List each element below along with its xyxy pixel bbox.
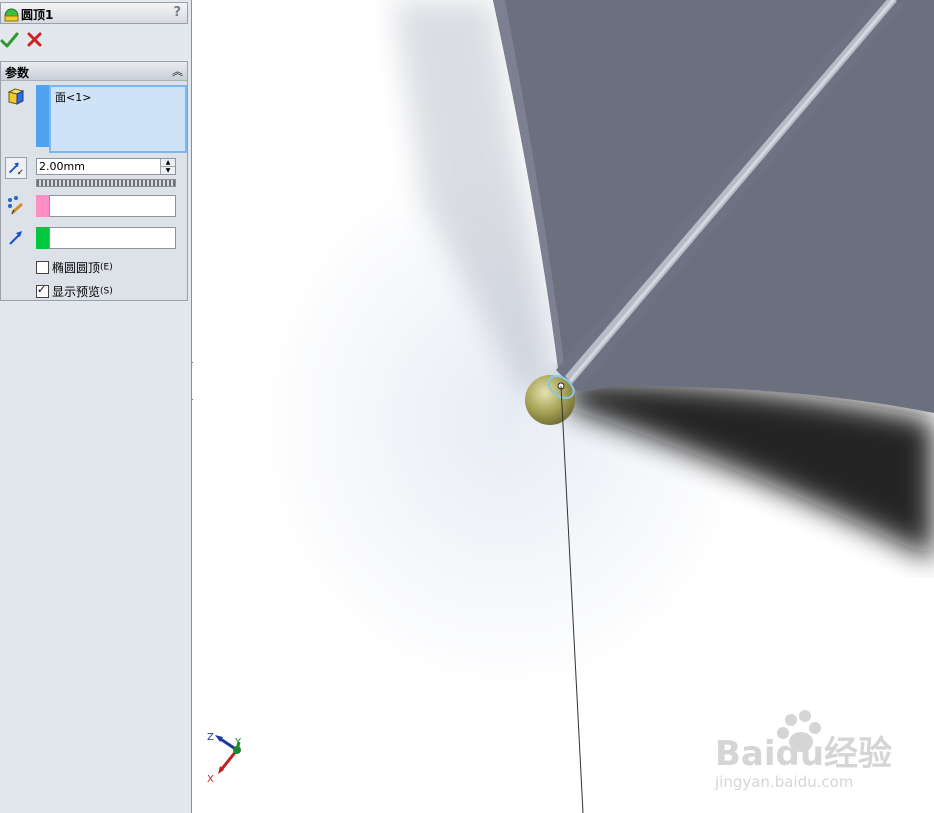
elliptical-dome-option[interactable]: 椭圆圆顶(E) (36, 259, 113, 275)
direction-swatch (36, 227, 49, 249)
direction-field[interactable] (49, 227, 176, 249)
distance-field[interactable]: ▲ ▼ (36, 158, 176, 175)
constraint-point-icon (8, 196, 23, 215)
elliptical-dome-checkbox[interactable] (36, 261, 49, 274)
dome-feature-icon (4, 8, 19, 22)
elliptical-dome-hotkey: (E) (100, 262, 113, 273)
checkmark-icon: ✓ (37, 283, 47, 296)
watermark-logo: Baidu经验 (715, 734, 892, 774)
dome-preview[interactable] (525, 375, 575, 425)
feature-title: 圆顶1 (21, 8, 54, 22)
help-icon[interactable]: ? (173, 5, 181, 20)
distance-spinner[interactable]: ▲ ▼ (160, 159, 175, 174)
direction-arrow-icon (9, 231, 22, 245)
show-preview-checkbox[interactable]: ✓ (36, 283, 49, 298)
face-selection-list[interactable]: 面<1> (49, 85, 187, 153)
watermark-url: jingyan.baidu.com (714, 773, 853, 791)
elliptical-dome-label: 椭圆圆顶 (52, 261, 101, 275)
ok-button[interactable] (0, 30, 20, 50)
feature-title-bar: 圆顶1 ? (0, 2, 188, 24)
constraint-point-swatch (36, 195, 49, 217)
face-selection-swatch (36, 85, 49, 147)
close-icon (27, 32, 42, 47)
triad-x-label: X (207, 774, 214, 785)
face-list-item[interactable]: 面<1> (55, 91, 91, 104)
graphics-viewport[interactable]: Z Y X Baidu经验 jingyan.baidu.com (193, 0, 934, 813)
spin-up-button[interactable]: ▲ (161, 159, 175, 167)
distance-thumbwheel[interactable] (36, 179, 176, 187)
distance-icon (5, 157, 27, 179)
show-preview-label: 显示预览 (52, 285, 101, 299)
parameters-group: 参数 ︽ 面<1> ▲ ▼ (0, 61, 188, 301)
triad-y-label: Y (234, 737, 242, 748)
spin-down-button[interactable]: ▼ (161, 167, 175, 174)
face-select-icon (7, 88, 25, 105)
parameters-group-title: 参数 (5, 66, 30, 80)
show-preview-option[interactable]: ✓ 显示预览(S) (36, 283, 113, 299)
distance-input[interactable] (37, 159, 161, 174)
property-manager-panel: 圆顶1 ? 参数 ︽ 面<1> 2.00mm ▲ ▼ 椭圆圆顶(E) ✓ 显示预… (0, 0, 192, 813)
constraint-point-field[interactable] (49, 195, 176, 217)
parameters-group-header[interactable]: 参数 ︽ (1, 62, 187, 81)
triad-z-label: Z (207, 732, 214, 743)
collapse-chevron-icon[interactable]: ︽ (172, 63, 183, 79)
cancel-button[interactable] (25, 30, 45, 50)
check-icon (0, 32, 19, 48)
show-preview-hotkey: (S) (100, 286, 113, 297)
